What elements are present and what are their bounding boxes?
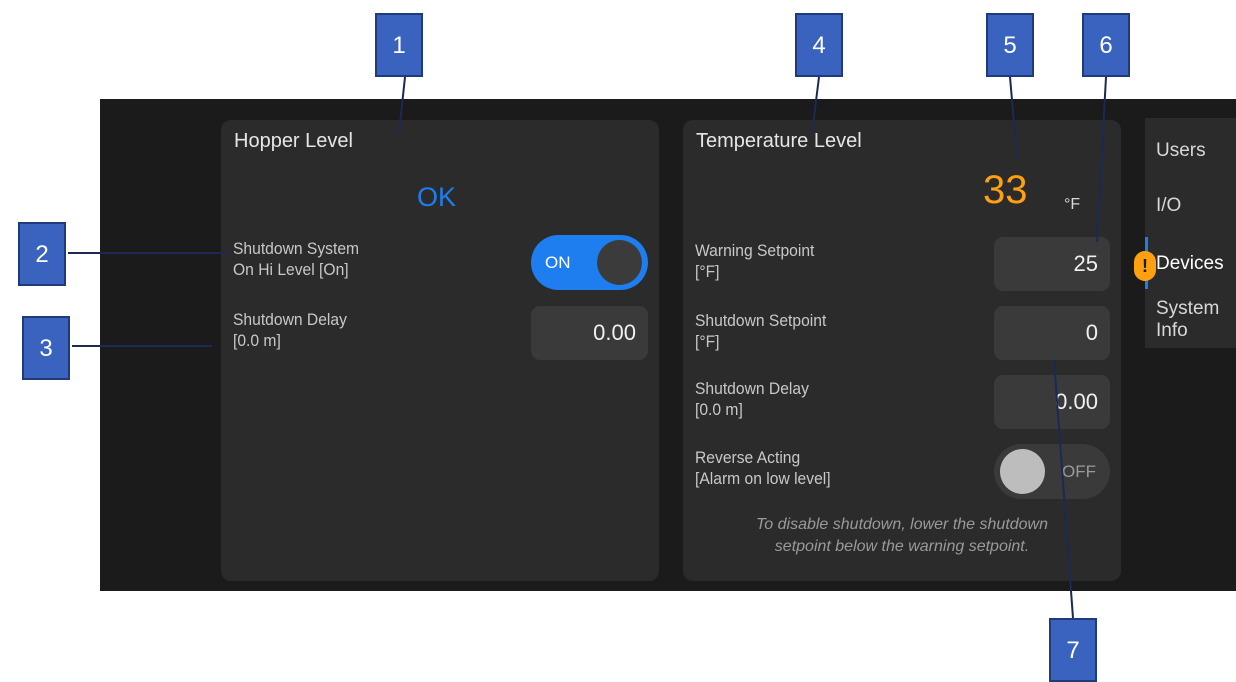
leader-line-5 <box>1009 76 1018 159</box>
callout-4: 4 <box>795 13 843 77</box>
leader-line-7 <box>1053 359 1074 619</box>
callout-2: 2 <box>18 222 66 286</box>
callout-leader-lines <box>68 76 1107 619</box>
leader-line-6 <box>1096 76 1107 243</box>
callout-7: 7 <box>1049 618 1097 682</box>
leader-line-4 <box>811 76 820 134</box>
callout-6: 6 <box>1082 13 1130 77</box>
callout-3: 3 <box>22 316 70 380</box>
callout-1: 1 <box>375 13 423 77</box>
leader-line-1 <box>398 76 406 134</box>
callout-5: 5 <box>986 13 1034 77</box>
